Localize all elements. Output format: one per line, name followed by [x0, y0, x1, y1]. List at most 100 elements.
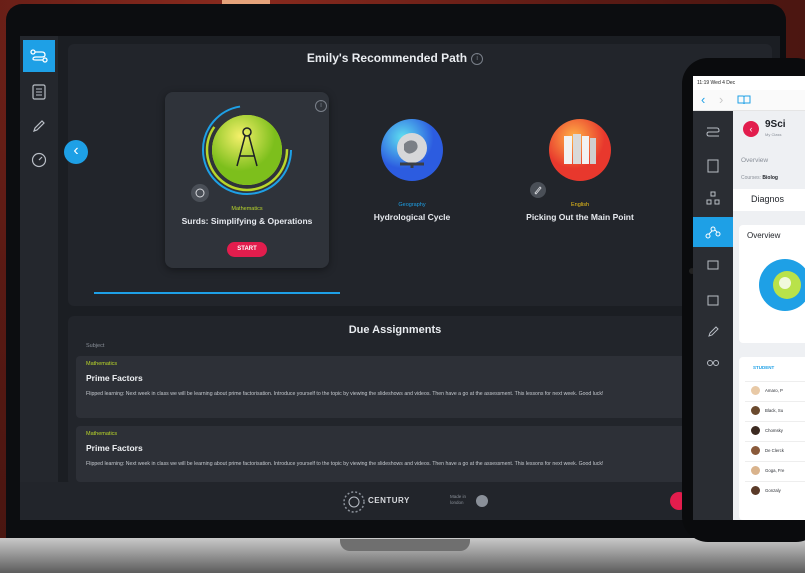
assignment-row[interactable]: Mathematics Prime Factors Flipped learni… — [76, 356, 694, 418]
student-avatar — [751, 486, 760, 495]
made-by-text: Made in london — [450, 494, 467, 505]
student-name: Chomsky — [765, 428, 783, 433]
diagnostic-header: Diagnos — [733, 189, 805, 211]
tablet-back-button[interactable]: ‹ — [743, 121, 759, 137]
card-topic: Hydrological Cycle — [373, 212, 451, 222]
tablet-sidebar-item[interactable] — [699, 289, 727, 311]
tablet-sidebar-item[interactable] — [699, 355, 727, 377]
tablet-sidebar-item[interactable] — [699, 155, 727, 177]
laptop-notch — [340, 539, 470, 551]
assignments-title: Due Assignments — [348, 324, 442, 336]
path-card-english[interactable]: English Picking Out the Main Point — [500, 106, 660, 236]
path-icon — [706, 127, 720, 137]
tablet-sidebar-item[interactable] — [699, 121, 727, 143]
assignment-subject: Mathematics — [86, 361, 118, 367]
sidebar — [20, 36, 58, 520]
student-name: Black, Su — [765, 408, 784, 413]
subject-badge — [191, 184, 209, 202]
card-subject: English — [570, 202, 590, 208]
compass-tool-icon — [202, 105, 292, 195]
assignment-subject: Mathematics — [86, 431, 118, 437]
tablet-sidebar-item[interactable] — [699, 187, 727, 209]
book-icon[interactable] — [737, 95, 751, 105]
sidebar-item-pencil[interactable] — [23, 110, 55, 142]
tablet-screen: 11:19 Wed 4 Dec ‹ › ‹ 9Sci My Class Over… — [693, 76, 805, 520]
list-icon — [32, 84, 46, 100]
gauge-icon — [31, 152, 47, 168]
virus-icon — [759, 259, 805, 311]
student-row[interactable]: Black, Su — [745, 401, 805, 420]
course-title: 9Sci — [765, 119, 786, 130]
students-header: STUDENT — [753, 365, 775, 370]
sidebar-item-assignments[interactable] — [23, 76, 55, 108]
books-icon — [549, 119, 611, 181]
tablet-main: ‹ 9Sci My Class Overview Courses: Biolog… — [733, 111, 805, 520]
card-subject: Geography — [398, 202, 426, 208]
users-icon — [707, 360, 719, 366]
tab-overview[interactable]: Overview — [741, 157, 768, 164]
path-title: Emily's Recommended Path i — [20, 51, 770, 65]
student-name: Amaro, P — [765, 388, 783, 393]
card-topic: Surds: Simplifying & Operations — [181, 216, 313, 226]
laptop-screen: Emily's Recommended Path i ‹ i Mathematic… — [20, 36, 780, 520]
tablet-nav-bar: ‹ › — [693, 90, 805, 111]
path-card-featured[interactable]: i Mathematics Surds: Simplifying & Opera… — [165, 92, 329, 268]
student-row[interactable]: Goga, Fre — [745, 461, 805, 480]
made-by-logo-icon — [476, 495, 488, 507]
overview-card: Overview — [739, 225, 805, 343]
pencil-icon — [33, 120, 45, 132]
student-avatar — [751, 406, 760, 415]
path-card-geography[interactable]: Geography Hydrological Cycle — [332, 106, 492, 236]
subject-badge — [530, 182, 546, 198]
assignment-description: Flipped learning: Next week in class we … — [86, 391, 604, 397]
chevron-left-icon: ‹ — [73, 142, 79, 159]
student-avatar — [751, 446, 760, 455]
student-name: De Clerck — [765, 448, 784, 453]
century-logo-icon — [343, 491, 365, 513]
tablet-sidebar-item-active[interactable] — [693, 217, 733, 247]
student-avatar — [751, 466, 760, 475]
previous-button[interactable]: ‹ — [64, 140, 88, 164]
student-row[interactable]: Amaro, P — [745, 381, 805, 400]
footer: CENTURY Made in london — [20, 482, 780, 520]
hierarchy-icon — [706, 191, 720, 205]
student-row[interactable]: De Clerck — [745, 441, 805, 460]
path-progress-bar — [94, 292, 340, 294]
card-topic: Picking Out the Main Point — [526, 212, 634, 222]
chevron-left-icon: ‹ — [749, 124, 753, 134]
student-avatar — [751, 386, 760, 395]
student-name: Gonzaly — [765, 488, 781, 493]
tablet-status-bar: 11:19 Wed 4 Dec — [697, 80, 736, 86]
list-icon — [707, 159, 719, 173]
student-row[interactable]: Gonzaly — [745, 481, 805, 500]
chevron-right-icon[interactable]: › — [719, 92, 723, 107]
tablet-sidebar-item[interactable] — [699, 255, 727, 277]
sidebar-item-dashboard[interactable] — [23, 144, 55, 176]
student-avatar — [751, 426, 760, 435]
globe-icon — [381, 119, 443, 181]
assignment-title: Prime Factors — [86, 443, 143, 453]
brand-name: CENTURY — [368, 496, 410, 505]
courses-filter[interactable]: Courses: Biolog — [741, 175, 778, 181]
overview-card-title: Overview — [747, 231, 781, 240]
start-button[interactable]: START — [227, 242, 267, 257]
course-subtitle: My Class — [765, 132, 782, 137]
assignment-description: Flipped learning: Next week in class we … — [86, 461, 604, 467]
network-icon — [705, 226, 721, 239]
chevron-left-icon[interactable]: ‹ — [701, 92, 705, 107]
tablet-sidebar-item[interactable] — [699, 321, 727, 343]
pencil-icon — [708, 326, 719, 337]
students-list: STUDENT Amaro, P Black, Su Chomsky De Cl… — [739, 357, 805, 520]
tablet-sidebar — [693, 111, 733, 520]
calendar-icon — [707, 295, 719, 306]
info-icon[interactable]: i — [471, 52, 484, 65]
pen-icon — [534, 186, 542, 195]
presentation-icon — [707, 260, 719, 270]
assignment-row[interactable]: Mathematics Prime Factors Flipped learni… — [76, 426, 694, 482]
student-row[interactable]: Chomsky — [745, 421, 805, 440]
compass-icon — [195, 188, 205, 198]
student-name: Goga, Fre — [765, 468, 785, 473]
card-subject: Mathematics — [231, 206, 263, 212]
assignment-title: Prime Factors — [86, 373, 143, 383]
card-info-icon[interactable]: i — [315, 100, 327, 112]
